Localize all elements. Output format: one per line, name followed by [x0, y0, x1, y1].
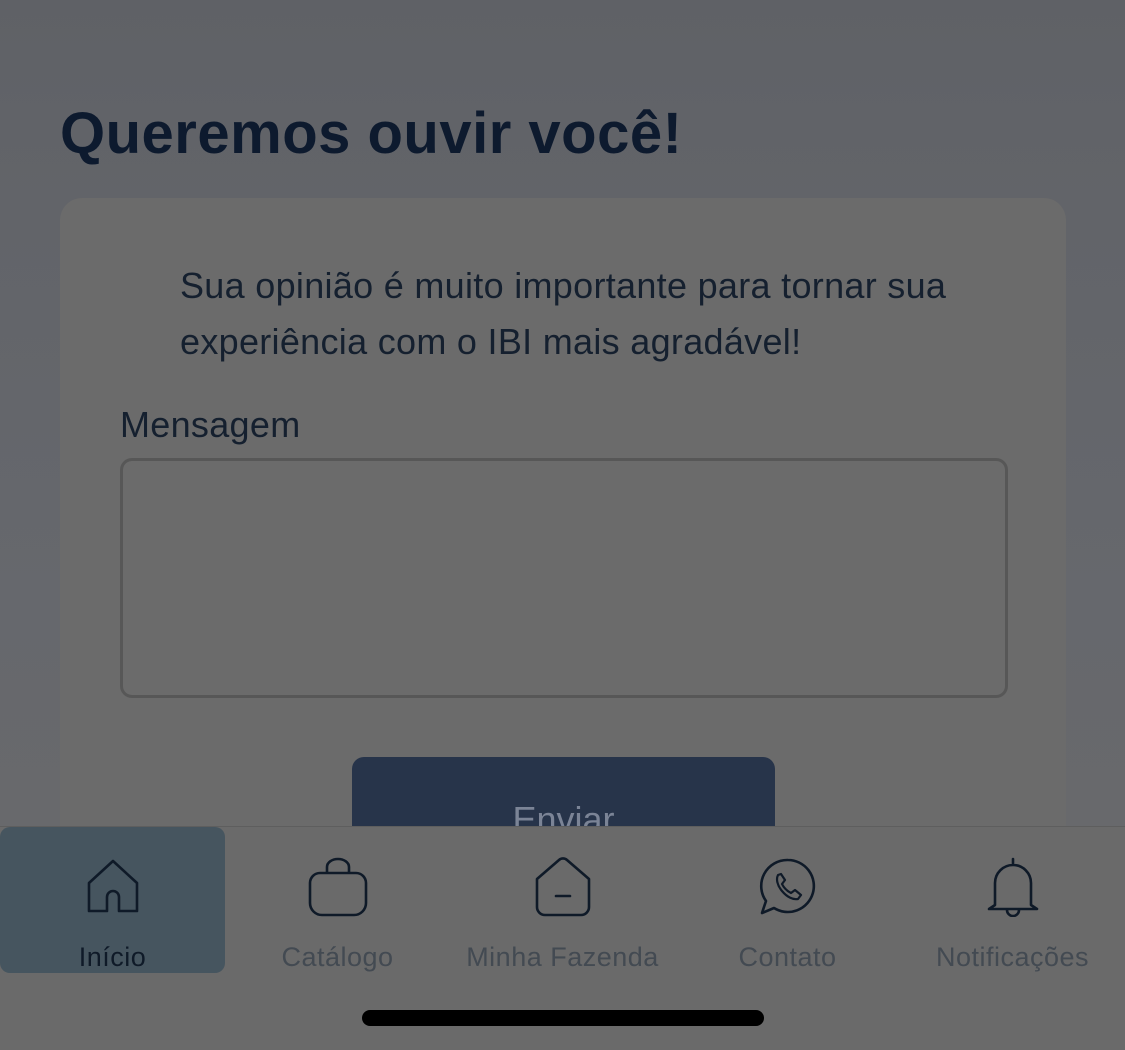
message-label: Mensagem — [120, 404, 301, 445]
whatsapp-icon — [758, 857, 818, 917]
tab-catalogo[interactable]: Catálogo — [225, 827, 450, 973]
tab-label: Catálogo — [281, 942, 394, 972]
tab-label: Notificações — [935, 942, 1090, 972]
tab-contato[interactable]: Contato — [675, 827, 900, 973]
home-icon — [83, 857, 143, 917]
tab-inicio[interactable]: Início — [0, 827, 225, 973]
tab-label: Contato — [738, 942, 837, 972]
feedback-card: Sua opinião é muito importante para torn… — [60, 198, 1066, 867]
farm-house-icon — [533, 857, 593, 917]
message-field[interactable] — [120, 458, 1008, 698]
tab-label: Início — [78, 942, 147, 972]
bell-icon — [983, 857, 1043, 918]
feedback-description: Sua opinião é muito importante para torn… — [180, 265, 947, 362]
home-indicator — [362, 1010, 764, 1026]
feedback-screen: Queremos ouvir você! Sua opinião é muito… — [0, 0, 1125, 1050]
page-title: Queremos ouvir você! — [60, 101, 683, 166]
shopping-bag-icon — [308, 857, 368, 917]
tab-notificacoes[interactable]: Notificações — [900, 827, 1125, 973]
tab-minha-fazenda[interactable]: Minha Fazenda — [450, 827, 675, 973]
tab-label: Minha Fazenda — [466, 942, 659, 972]
